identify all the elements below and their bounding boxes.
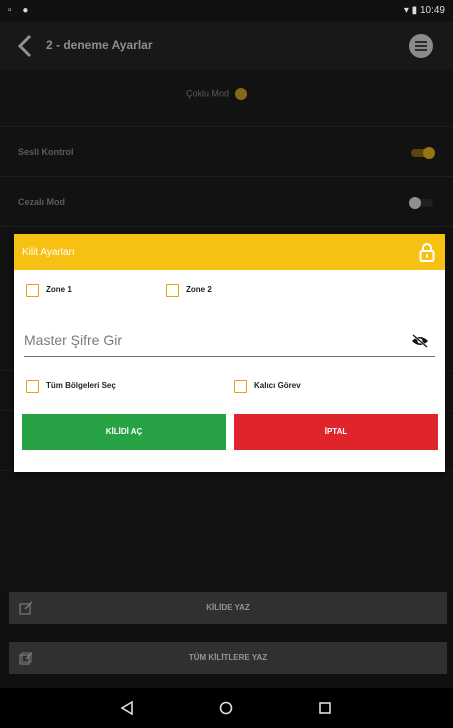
status-right: ▾ ▮ 10:49 bbox=[403, 5, 445, 16]
notification-icons: ▫ ● bbox=[8, 5, 33, 16]
lock-icon bbox=[419, 243, 435, 262]
zone-2-checkbox[interactable]: Zone 2 bbox=[166, 284, 286, 298]
master-password-field[interactable]: Master Şifre Gir bbox=[24, 326, 435, 357]
permanent-task-checkbox[interactable]: Kalıcı Görev bbox=[234, 380, 394, 394]
status-bar: ▫ ● ▾ ▮ 10:49 bbox=[0, 0, 453, 22]
cancel-button[interactable]: İPTAL bbox=[234, 414, 438, 450]
password-placeholder: Master Şifre Gir bbox=[24, 332, 123, 348]
checkbox-label: Zone 1 bbox=[46, 285, 72, 294]
status-time: 10:49 bbox=[419, 5, 445, 16]
checkbox-label: Tüm Bölgeleri Seç bbox=[46, 381, 116, 390]
checkbox-box bbox=[26, 380, 39, 393]
checkbox-label: Kalıcı Görev bbox=[254, 381, 301, 390]
dialog-title: Kilit Ayarları bbox=[22, 247, 75, 258]
nav-recents-icon[interactable] bbox=[318, 701, 332, 715]
zone-1-checkbox[interactable]: Zone 1 bbox=[26, 284, 146, 298]
unlock-button[interactable]: KİLİDİ AÇ bbox=[22, 414, 226, 450]
nav-back-icon[interactable] bbox=[120, 701, 134, 715]
nav-home-icon[interactable] bbox=[219, 701, 233, 715]
checkbox-box bbox=[166, 284, 179, 297]
lock-settings-dialog: Kilit Ayarları Zone 1 Zone 2 Master Şifr… bbox=[14, 234, 445, 472]
dialog-header: Kilit Ayarları bbox=[14, 234, 445, 270]
checkbox-label: Zone 2 bbox=[186, 285, 212, 294]
eye-off-icon[interactable] bbox=[411, 334, 429, 348]
select-all-zones-checkbox[interactable]: Tüm Bölgeleri Seç bbox=[26, 380, 206, 394]
system-nav-bar bbox=[0, 688, 453, 728]
checkbox-box bbox=[26, 284, 39, 297]
checkbox-box bbox=[234, 380, 247, 393]
